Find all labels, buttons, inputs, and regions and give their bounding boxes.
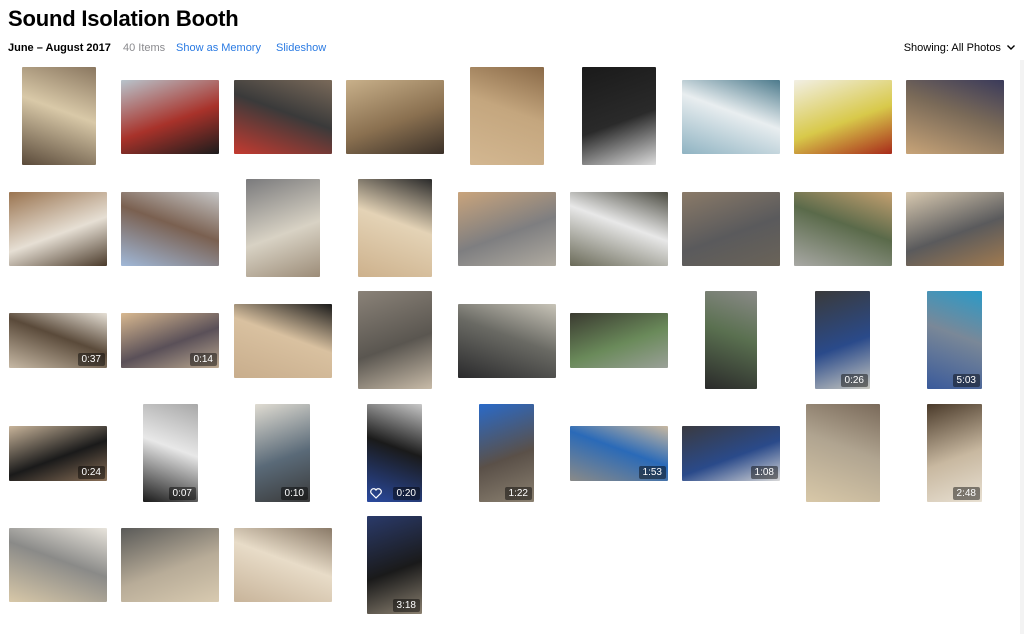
photo-meter-blurred[interactable]: 1:08 xyxy=(682,426,780,481)
photo-meter-hand-video[interactable]: 3:18 xyxy=(367,516,422,614)
photo-meter-on-carpet[interactable]: 5:03 xyxy=(927,291,982,389)
photo-blue-poster-instructions[interactable] xyxy=(682,80,780,154)
photo-car-interior-seat[interactable] xyxy=(234,80,332,154)
photo-wall-posters[interactable] xyxy=(794,80,892,154)
video-duration: 3:18 xyxy=(392,599,420,612)
photo-wall-person-video[interactable]: 0:24 xyxy=(9,426,107,481)
photo-clearsonic-label[interactable] xyxy=(234,304,332,378)
chevron-down-icon xyxy=(1007,45,1015,50)
photo-ceiling-corner-window[interactable] xyxy=(794,192,892,266)
photo-blue-meter-closeup[interactable]: 0:20 xyxy=(367,404,422,502)
photo-booth-wall-video[interactable]: 0:37 xyxy=(9,313,107,368)
photo-gray-panels-stacked[interactable] xyxy=(246,179,320,277)
video-duration: 5:03 xyxy=(952,374,980,387)
showing-label: Showing: xyxy=(903,42,949,54)
photo-manual-sheet[interactable] xyxy=(570,192,668,266)
photo-person-window-blue[interactable]: 0:26 xyxy=(815,291,870,389)
photo-gray-panel-in-box[interactable] xyxy=(458,192,556,266)
photo-cardboard-panels-hallway[interactable] xyxy=(22,67,96,165)
photo-person-blue-shirt-booth[interactable]: 1:53 xyxy=(570,426,668,481)
photo-booth-floor-tiles[interactable] xyxy=(234,528,332,602)
album-title: Sound Isolation Booth xyxy=(8,6,239,31)
photo-box-label-weight[interactable] xyxy=(470,67,544,165)
photo-clearsonic-box[interactable] xyxy=(358,179,432,277)
photo-person-sitting-floor[interactable]: 1:22 xyxy=(479,404,534,502)
photo-panels-on-carpet[interactable] xyxy=(682,192,780,266)
photo-doorway-room[interactable] xyxy=(346,80,444,154)
item-count: 40 Items xyxy=(123,42,166,54)
video-duration: 2:48 xyxy=(952,487,980,500)
video-duration: 1:53 xyxy=(638,466,666,479)
photo-window-trees[interactable] xyxy=(570,313,668,368)
video-duration: 0:20 xyxy=(392,487,420,500)
showing-value: All Photos xyxy=(951,42,1001,54)
photo-person-window-video[interactable]: 0:14 xyxy=(121,313,219,368)
video-duration: 0:24 xyxy=(77,466,105,479)
date-range: June – August 2017 xyxy=(8,42,111,54)
video-duration: 0:10 xyxy=(280,487,308,500)
photo-gray-panels-upright[interactable] xyxy=(358,291,432,389)
video-duration: 1:08 xyxy=(750,466,778,479)
photo-booth-top-corner[interactable] xyxy=(9,528,107,602)
photo-booth-full-view[interactable] xyxy=(806,404,880,502)
video-duration: 0:26 xyxy=(840,374,868,387)
photo-booth-corner-floor[interactable] xyxy=(9,192,107,266)
photo-booth-room-person[interactable] xyxy=(906,80,1004,154)
photo-panel-green-light[interactable] xyxy=(705,291,757,389)
scrollbar[interactable] xyxy=(1020,60,1024,634)
photo-booth-top-lid[interactable] xyxy=(906,192,1004,266)
showing-filter[interactable]: Showing: All Photos xyxy=(904,42,1016,54)
video-duration: 0:14 xyxy=(189,353,217,366)
video-duration: 0:37 xyxy=(77,353,105,366)
show-as-memory-link[interactable]: Show as Memory xyxy=(176,42,261,54)
photo-booth-panels-room[interactable] xyxy=(121,528,219,602)
photo-black-couch-window[interactable] xyxy=(458,304,556,378)
photo-person-booth-door[interactable]: 0:10 xyxy=(255,404,310,502)
photo-person-in-booth[interactable]: 2:48 xyxy=(927,404,982,502)
photo-black-glove[interactable] xyxy=(582,67,656,165)
photo-hand-phone-app[interactable]: 0:07 xyxy=(143,404,198,502)
photo-clear-tubes[interactable] xyxy=(121,192,219,266)
heart-icon xyxy=(370,488,382,499)
slideshow-link[interactable]: Slideshow xyxy=(276,42,326,54)
video-duration: 0:07 xyxy=(168,487,196,500)
photo-red-convertible-car[interactable] xyxy=(121,80,219,154)
video-duration: 1:22 xyxy=(504,487,532,500)
